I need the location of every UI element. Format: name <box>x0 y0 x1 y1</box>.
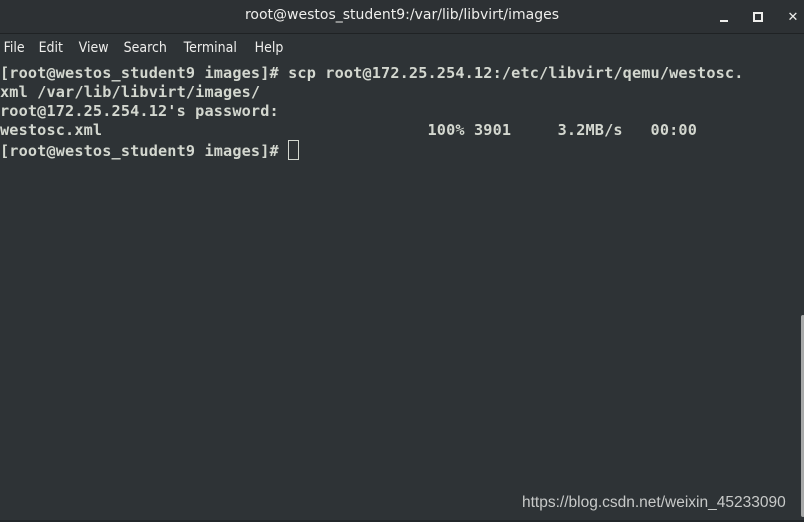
text-cursor <box>288 140 300 160</box>
terminal-line-command-wrap: xml /var/lib/libvirt/images/ <box>0 83 261 101</box>
close-button[interactable]: ✕ <box>782 6 804 28</box>
menu-view[interactable]: View <box>75 40 114 56</box>
minimize-button[interactable] <box>713 6 735 28</box>
menu-terminal[interactable]: Terminal <box>180 40 242 56</box>
menu-edit[interactable]: Edit <box>35 40 68 56</box>
menu-bar: File Edit View Search Terminal Help <box>0 34 804 62</box>
menu-file[interactable]: File <box>0 40 30 56</box>
terminal-line-password-prompt: root@172.25.254.12's password: <box>0 102 279 120</box>
window-title: root@westos_student9:/var/lib/libvirt/im… <box>244 7 560 23</box>
title-bar: root@westos_student9:/var/lib/libvirt/im… <box>0 0 804 34</box>
prompt-text: [root@westos_student9 images]# <box>0 142 289 160</box>
menu-search[interactable]: Search <box>120 40 172 56</box>
maximize-icon <box>753 12 763 22</box>
watermark-text: https://blog.csdn.net/weixin_45233090 <box>522 494 786 511</box>
menu-help[interactable]: Help <box>251 40 289 56</box>
close-icon: ✕ <box>787 9 799 25</box>
terminal-line-command: [root@westos_student9 images]# scp root@… <box>0 64 744 82</box>
minimize-icon <box>720 20 728 22</box>
terminal-line-transfer-progress: westosc.xml 100% 3901 3.2MB/s 00:00 <box>0 121 698 139</box>
terminal-area[interactable]: [root@westos_student9 images]# scp root@… <box>0 63 800 522</box>
terminal-line-prompt: [root@westos_student9 images]# <box>0 140 300 160</box>
maximize-button[interactable] <box>747 6 769 28</box>
